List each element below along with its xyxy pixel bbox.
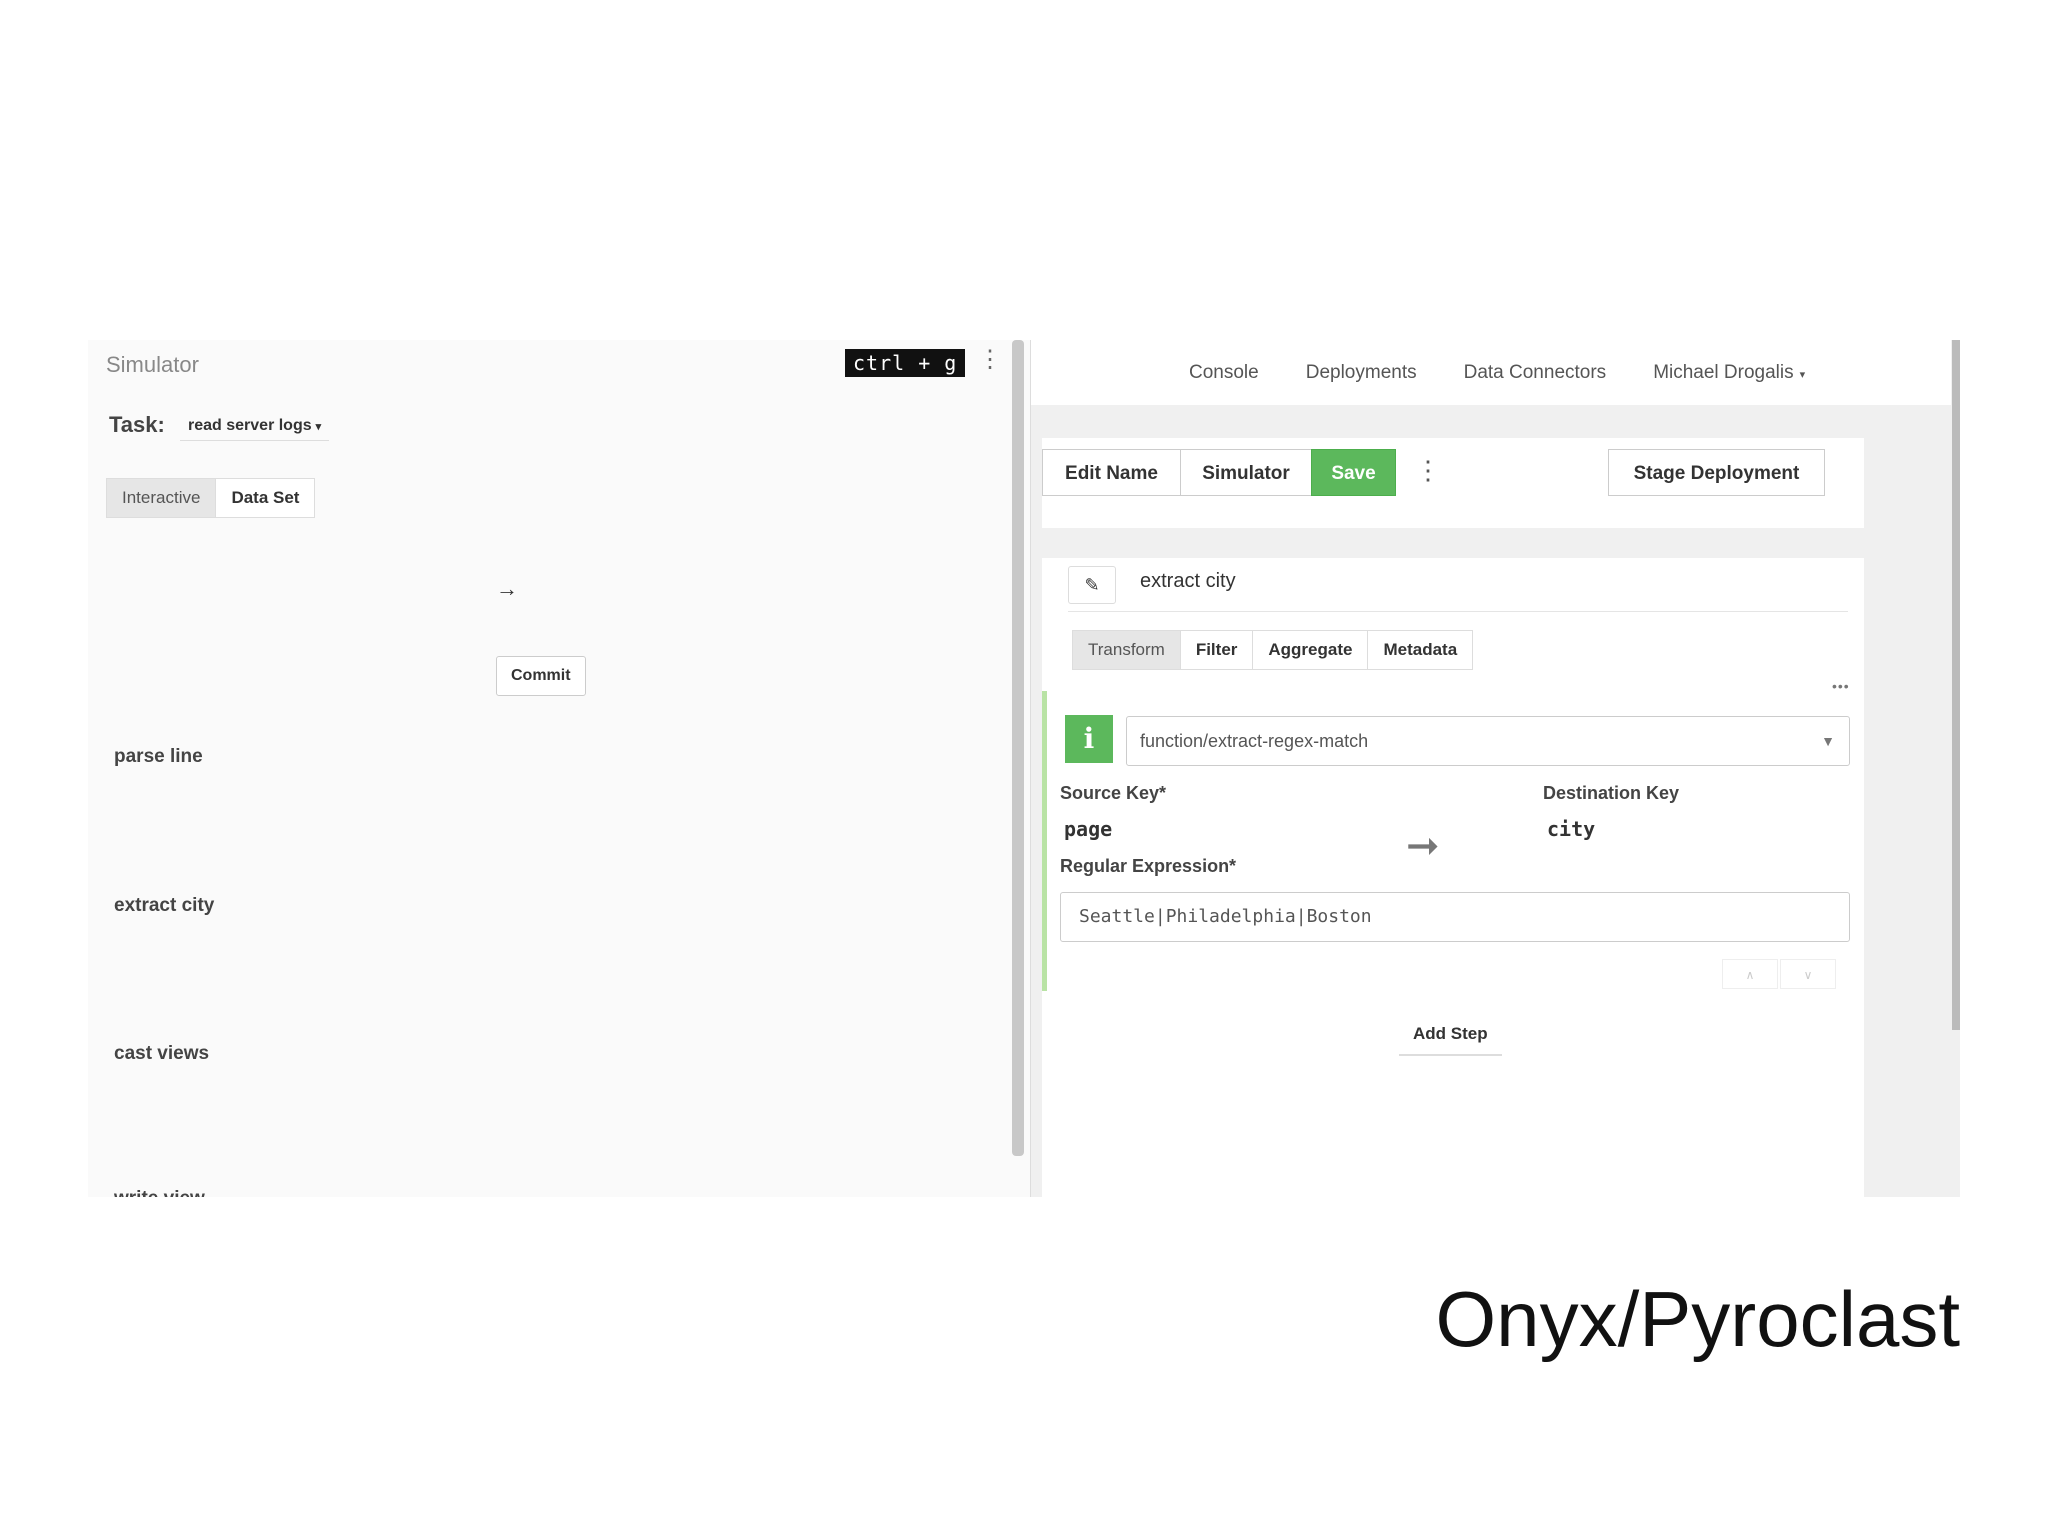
slide-caption: Onyx/Pyroclast xyxy=(1435,1275,1960,1363)
info-icon[interactable]: i xyxy=(1065,715,1113,763)
pane-scrollbar[interactable] xyxy=(1012,340,1024,1156)
regex-input[interactable]: Seattle|Philadelphia|Boston xyxy=(1060,892,1850,942)
pencil-icon[interactable]: ✎ xyxy=(1068,566,1116,604)
nav-console-link[interactable]: Console xyxy=(1189,362,1259,384)
task-list-item[interactable]: extract city xyxy=(114,895,214,917)
edit-name-button[interactable]: Edit Name xyxy=(1042,449,1181,496)
task-list-item[interactable]: write view xyxy=(114,1188,205,1197)
top-navigation: Console Deployments Data Connectors Mich… xyxy=(1031,340,1951,405)
simulator-pane: Simulator ctrl + g ⋮ Task: read server l… xyxy=(88,340,1024,1197)
task-list-item[interactable]: parse line xyxy=(114,746,203,768)
step-editor-card: ✎ extract city Transform Filter Aggregat… xyxy=(1042,558,1864,1197)
destination-key-field[interactable]: city xyxy=(1547,817,1595,841)
nav-deployments-link[interactable]: Deployments xyxy=(1306,362,1417,384)
arrow-right-icon: ➞ xyxy=(1406,824,1440,868)
add-step-button[interactable]: Add Step xyxy=(1399,1014,1502,1056)
tab-metadata[interactable]: Metadata xyxy=(1368,631,1473,669)
stage-deployment-button[interactable]: Stage Deployment xyxy=(1608,449,1825,496)
task-select[interactable]: read server logs ▾ xyxy=(180,412,330,441)
save-button[interactable]: Save xyxy=(1311,449,1396,496)
kebab-menu-icon[interactable]: ⋮ xyxy=(978,348,1002,372)
divider xyxy=(1068,611,1848,612)
function-select-value: function/extract-regex-match xyxy=(1140,731,1369,751)
more-options-icon[interactable]: ••• xyxy=(1832,678,1850,694)
step-name: extract city xyxy=(1140,570,1236,592)
move-up-icon[interactable]: ∧ xyxy=(1722,959,1778,989)
task-label: Task: xyxy=(109,412,165,437)
commit-button[interactable]: Commit xyxy=(496,656,586,696)
tab-data-set[interactable]: Data Set xyxy=(216,479,315,517)
user-name: Michael Drogalis xyxy=(1653,361,1794,383)
destination-key-label: Destination Key xyxy=(1543,783,1680,803)
move-down-icon[interactable]: ∨ xyxy=(1780,959,1836,989)
arrow-icon: → xyxy=(496,576,518,601)
user-menu[interactable]: Michael Drogalis ▾ xyxy=(1653,362,1805,384)
function-select[interactable]: function/extract-regex-match ▼ xyxy=(1126,716,1850,766)
kebab-menu-icon[interactable]: ⋮ xyxy=(1415,456,1441,484)
source-key-field[interactable]: page xyxy=(1064,817,1112,841)
chevron-down-icon: ▾ xyxy=(315,421,322,433)
page-scrollbar[interactable] xyxy=(1952,340,1960,1030)
simulator-button[interactable]: Simulator xyxy=(1180,449,1312,496)
tab-transform[interactable]: Transform xyxy=(1073,631,1181,669)
editor-pane: Console Deployments Data Connectors Mich… xyxy=(1030,340,1960,1197)
tab-filter[interactable]: Filter xyxy=(1180,631,1254,669)
tab-interactive[interactable]: Interactive xyxy=(107,479,217,517)
step-type-tabs: Transform Filter Aggregate Metadata xyxy=(1072,630,1474,670)
nav-data-connectors-link[interactable]: Data Connectors xyxy=(1464,362,1607,384)
task-list-item[interactable]: cast views xyxy=(114,1043,209,1065)
chevron-down-icon: ▼ xyxy=(1821,733,1835,749)
active-step-indicator xyxy=(1042,691,1047,991)
simulator-title: Simulator xyxy=(106,352,199,377)
source-key-label: Source Key* xyxy=(1060,783,1167,803)
keyboard-shortcut-badge: ctrl + g xyxy=(845,349,966,377)
simulator-mode-tabs: Interactive Data Set xyxy=(106,478,316,518)
tab-aggregate[interactable]: Aggregate xyxy=(1253,631,1369,669)
task-select-value: read server logs xyxy=(188,417,312,434)
job-toolbar: Edit Name Simulator Save ⋮ Stage Deploym… xyxy=(1042,438,1864,528)
chevron-down-icon: ▾ xyxy=(1799,368,1806,381)
app-screenshot: Simulator ctrl + g ⋮ Task: read server l… xyxy=(88,340,1960,1197)
regex-label: Regular Expression* xyxy=(1060,856,1237,876)
